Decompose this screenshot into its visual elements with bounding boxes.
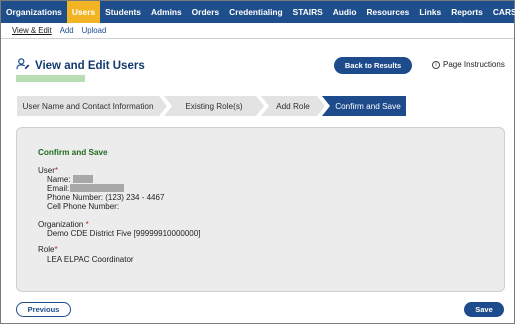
wizard-steps: User Name and Contact Information Existi… bbox=[17, 96, 406, 116]
step-add-role[interactable]: Add Role bbox=[261, 96, 325, 116]
role-section-label: Role* bbox=[38, 245, 58, 254]
user-label: User bbox=[38, 166, 55, 175]
nav-item-reports[interactable]: Reports bbox=[446, 1, 488, 23]
name-label: Name: bbox=[47, 175, 71, 184]
organization-label: Organization bbox=[38, 220, 84, 229]
nav-item-admins[interactable]: Admins bbox=[146, 1, 187, 23]
confirm-heading: Confirm and Save bbox=[38, 148, 108, 157]
nav-item-credentialing[interactable]: Credentialing bbox=[224, 1, 288, 23]
subnav-upload[interactable]: Upload bbox=[82, 26, 107, 35]
page-header: View and Edit Users bbox=[16, 57, 145, 75]
info-icon: i bbox=[432, 60, 440, 69]
sub-nav: View & Edit Add Upload bbox=[1, 23, 514, 39]
step-user-contact[interactable]: User Name and Contact Information bbox=[17, 96, 167, 116]
required-mark: * bbox=[54, 166, 59, 175]
user-section-label: User* bbox=[38, 166, 58, 175]
email-label: Email: bbox=[47, 184, 70, 193]
page-title: View and Edit Users bbox=[35, 60, 145, 72]
organization-section-label: Organization * bbox=[38, 220, 89, 229]
user-edit-icon bbox=[16, 57, 30, 75]
nav-item-links[interactable]: Links bbox=[414, 1, 446, 23]
step-confirm-save[interactable]: Confirm and Save bbox=[322, 96, 406, 116]
nav-item-stairs[interactable]: STAIRS bbox=[288, 1, 328, 23]
required-mark: * bbox=[85, 220, 89, 229]
page-instructions-label: Page Instructions bbox=[443, 60, 505, 69]
nav-item-orders[interactable]: Orders bbox=[187, 1, 224, 23]
role-label: Role bbox=[38, 245, 55, 254]
save-button[interactable]: Save bbox=[464, 302, 504, 317]
phone-number: Phone Number: (123) 234 - 4467 bbox=[47, 193, 165, 202]
subnav-view-edit[interactable]: View & Edit bbox=[12, 26, 52, 35]
subnav-add[interactable]: Add bbox=[60, 26, 74, 35]
current-user-redacted bbox=[16, 75, 85, 82]
step-existing-roles[interactable]: Existing Role(s) bbox=[164, 96, 264, 116]
nav-item-cars[interactable]: CARS bbox=[488, 1, 515, 23]
confirm-panel: Confirm and Save User* Name: Email: Phon… bbox=[16, 127, 505, 292]
role-value: LEA ELPAC Coordinator bbox=[47, 255, 134, 264]
nav-item-organizations[interactable]: Organizations bbox=[1, 1, 67, 23]
back-to-results-button[interactable]: Back to Results bbox=[334, 57, 412, 74]
organization-value: Demo CDE District Five [99999910000000] bbox=[47, 229, 201, 238]
previous-button[interactable]: Previous bbox=[16, 302, 71, 317]
nav-item-audio[interactable]: Audio bbox=[328, 1, 362, 23]
nav-item-students[interactable]: Students bbox=[100, 1, 146, 23]
cell-phone-number: Cell Phone Number: bbox=[47, 202, 120, 211]
email-value-redacted bbox=[70, 184, 124, 192]
main-nav: Organizations Users Students Admins Orde… bbox=[1, 1, 515, 23]
page-instructions-link[interactable]: i Page Instructions bbox=[432, 60, 505, 69]
nav-item-users[interactable]: Users bbox=[66, 1, 101, 23]
name-value-redacted bbox=[73, 175, 93, 183]
nav-item-resources[interactable]: Resources bbox=[361, 1, 414, 23]
required-mark: * bbox=[54, 245, 58, 254]
